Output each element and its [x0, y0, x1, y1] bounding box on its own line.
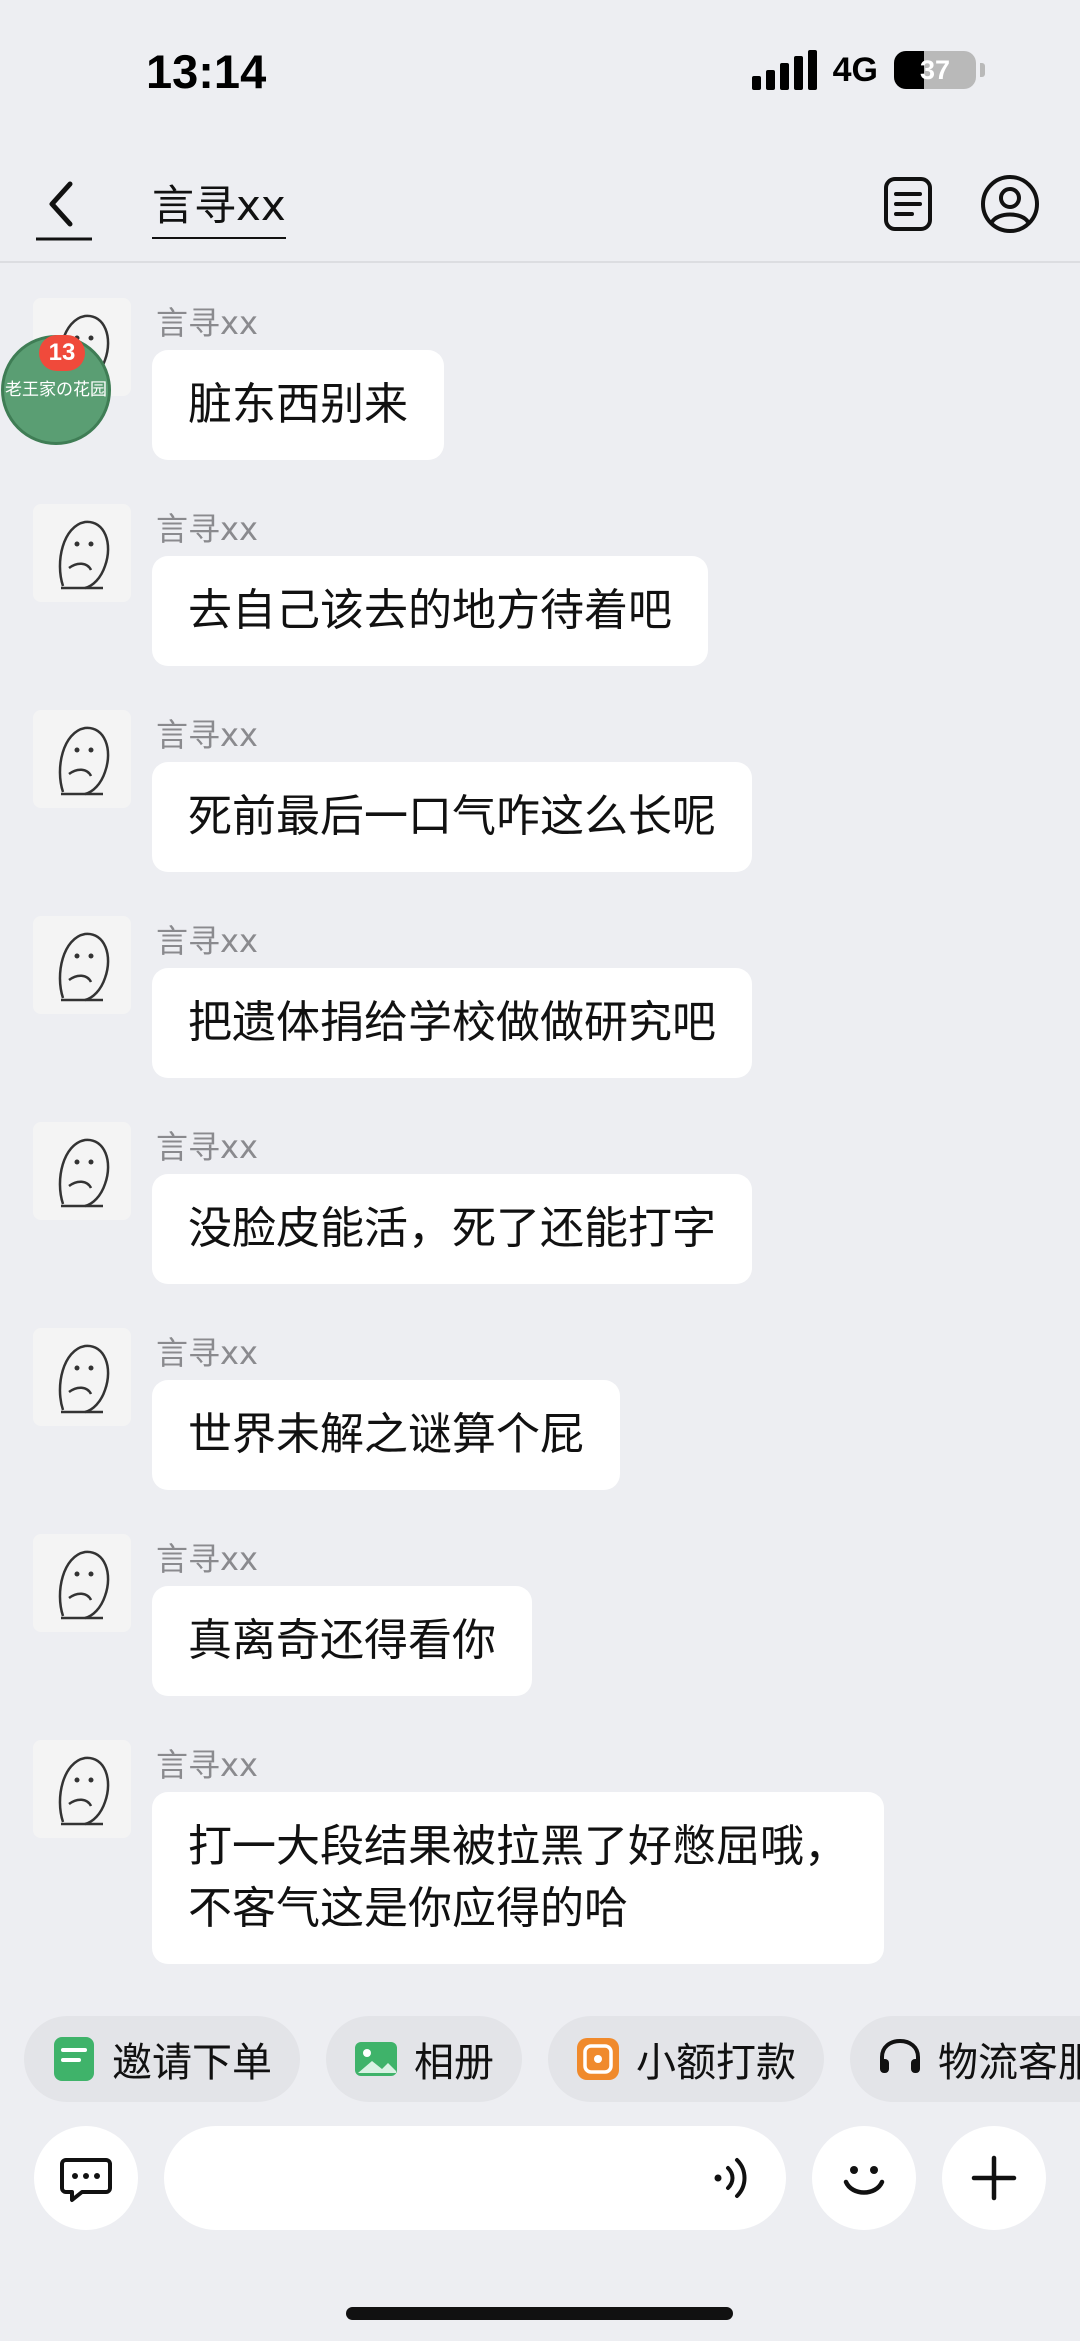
home-indicator[interactable]: [346, 2307, 733, 2320]
unread-badge: 13: [39, 335, 85, 371]
avatar[interactable]: [33, 1740, 131, 1838]
image-icon: [355, 2042, 397, 2076]
avatar-ghost-icon: [33, 1122, 131, 1220]
avatar-ghost-icon: [33, 1740, 131, 1838]
chat-bubble-icon: [60, 2158, 112, 2202]
order-icon: [54, 2037, 94, 2081]
smile-icon: [843, 2166, 885, 2195]
profile-button[interactable]: [978, 172, 1042, 236]
sender-name: 言寻xx: [156, 716, 258, 754]
message-bubble[interactable]: 真离奇还得看你: [152, 1586, 532, 1696]
chat-screen: 13:14 4G 37 言寻xx 言寻xx 脏东西别来 言寻xx 去自己该去的地…: [0, 0, 1080, 2341]
order-list-button[interactable]: [876, 172, 940, 236]
status-bar: 13:14 4G 37: [0, 0, 1080, 150]
avatar[interactable]: [33, 710, 131, 808]
avatar-ghost-icon: [33, 1534, 131, 1632]
chat-title[interactable]: 言寻xx: [152, 172, 286, 239]
user-circle-icon: [981, 175, 1039, 233]
quick-action-label: 小额打款: [636, 2040, 796, 2086]
sender-name: 言寻xx: [156, 1334, 258, 1372]
floating-shop-widget[interactable]: 老王家の花园 13: [1, 335, 111, 445]
quick-action-label: 邀请下单: [112, 2040, 272, 2086]
more-button[interactable]: [942, 2126, 1046, 2230]
sender-name: 言寻xx: [156, 1128, 258, 1166]
battery-tip: [980, 63, 985, 77]
avatar-ghost-icon: [33, 1328, 131, 1426]
message-bubble[interactable]: 把遗体捐给学校做做研究吧: [152, 968, 752, 1078]
status-indicators: 4G 37: [751, 50, 985, 90]
network-type: 4G: [832, 50, 878, 89]
message-bubble[interactable]: 脏东西别来: [152, 350, 444, 460]
avatar-ghost-icon: [33, 710, 131, 808]
sender-name: 言寻xx: [156, 304, 258, 342]
message-bubble[interactable]: 打一大段结果被拉黑了好憋屈哦， 不客气这是你应得的哈: [152, 1792, 884, 1964]
sender-name: 言寻xx: [156, 922, 258, 960]
signal-icon: [751, 50, 817, 90]
back-button[interactable]: [30, 172, 96, 242]
battery-percent: 37: [919, 54, 951, 85]
plus-icon: [971, 2155, 1017, 2201]
quick-action-label: 相册: [414, 2040, 494, 2086]
avatar[interactable]: [33, 1122, 131, 1220]
headset-icon: [880, 2038, 920, 2073]
sender-name: 言寻xx: [156, 510, 258, 548]
message-bubble[interactable]: 去自己该去的地方待着吧: [152, 556, 708, 666]
message-bubble[interactable]: 死前最后一口气咋这么长呢: [152, 762, 752, 872]
quick-reply-button[interactable]: [34, 2126, 138, 2230]
sender-name: 言寻xx: [156, 1746, 258, 1784]
message-bubble[interactable]: 世界未解之谜算个屁: [152, 1380, 620, 1490]
avatar[interactable]: [33, 1328, 131, 1426]
avatar[interactable]: [33, 916, 131, 1014]
small-payment-button[interactable]: 小额打款: [548, 2016, 824, 2102]
document-list-icon: [884, 177, 932, 231]
album-button[interactable]: 相册: [326, 2016, 522, 2102]
message-input[interactable]: [164, 2126, 786, 2230]
voice-input-icon[interactable]: [704, 2148, 764, 2208]
logistics-service-button[interactable]: 物流客服: [850, 2016, 1080, 2102]
invite-order-button[interactable]: 邀请下单: [24, 2016, 300, 2102]
avatar-ghost-icon: [33, 504, 131, 602]
sender-name: 言寻xx: [156, 1540, 258, 1578]
emoji-button[interactable]: [812, 2126, 916, 2230]
quick-action-label: 物流客服: [938, 2040, 1080, 2086]
avatar[interactable]: [33, 504, 131, 602]
quick-action-bar[interactable]: 邀请下单 相册 小额打款 物流客服: [24, 2016, 1080, 2102]
avatar[interactable]: [33, 1534, 131, 1632]
status-time: 13:14: [146, 45, 267, 98]
battery-icon: 37: [894, 51, 976, 89]
nav-bar: 言寻xx: [0, 150, 1080, 263]
chevron-left-icon: [36, 181, 92, 241]
message-bubble[interactable]: 没脸皮能活，死了还能打字: [152, 1174, 752, 1284]
avatar-ghost-icon: [33, 916, 131, 1014]
payment-icon: [577, 2038, 619, 2080]
